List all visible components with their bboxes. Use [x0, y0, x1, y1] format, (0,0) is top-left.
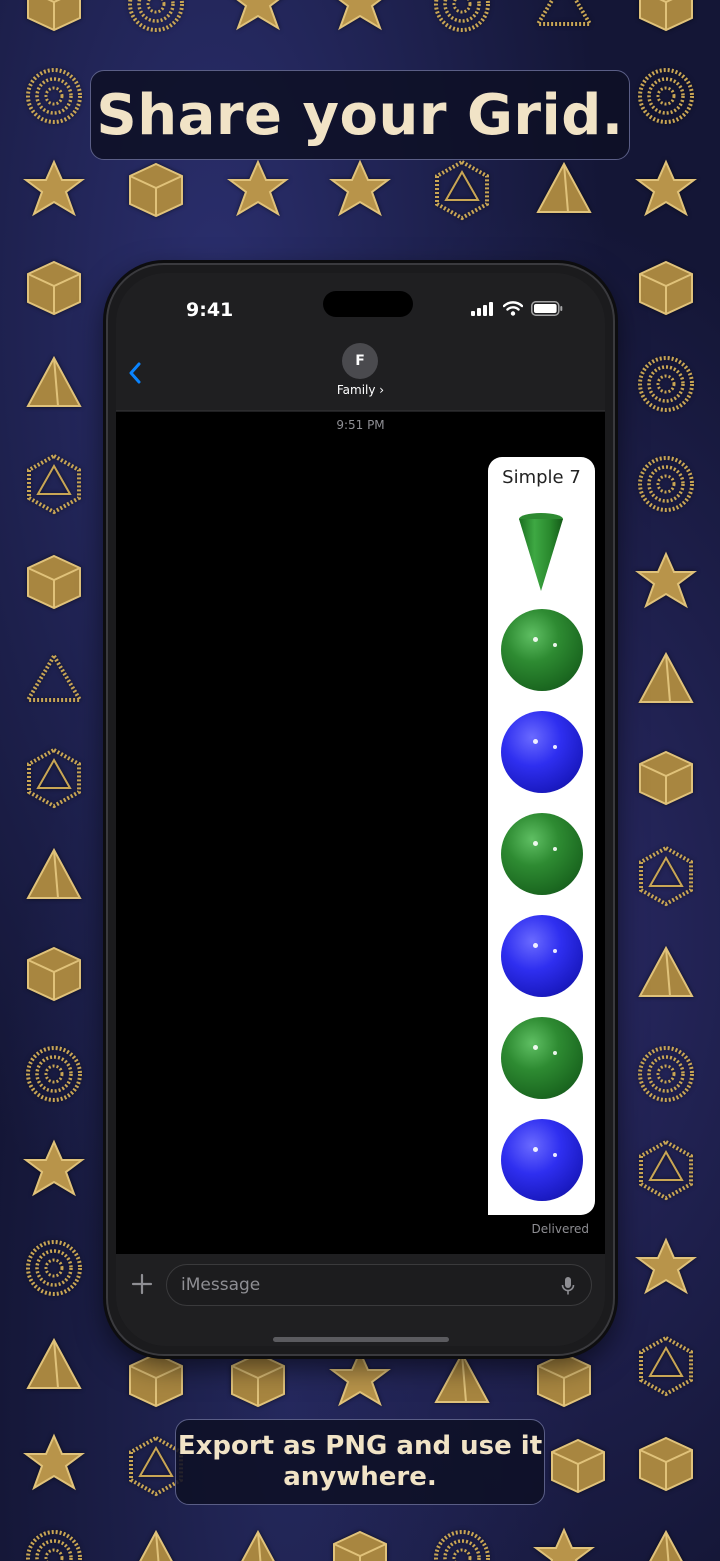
- pyramid-icon: [22, 352, 86, 416]
- cube-icon: [124, 158, 188, 222]
- pyramid-icon: [22, 844, 86, 908]
- cellular-signal-icon: [471, 301, 493, 316]
- star-tetrahedron-icon: [634, 158, 698, 222]
- spiral-icon: [124, 0, 188, 36]
- dodecahedron-icon: [634, 1334, 698, 1398]
- star-tetrahedron-icon: [328, 158, 392, 222]
- pyramid-icon: [226, 1526, 290, 1561]
- cube-icon: [226, 1348, 290, 1412]
- message-thread: 9:51 PM Simple 7 Delivered: [116, 412, 605, 1254]
- cube-icon: [532, 1348, 596, 1412]
- blue-sphere: [501, 915, 583, 997]
- dodecahedron-icon: [634, 844, 698, 908]
- headline-text: Share your Grid.: [96, 82, 624, 148]
- back-chevron-icon[interactable]: [126, 361, 146, 385]
- blue-sphere: [501, 1119, 583, 1201]
- pyramid-icon: [532, 158, 596, 222]
- star-tetrahedron-icon: [634, 550, 698, 614]
- export-caption-text: Export as PNG and use it anywhere.: [177, 1431, 543, 1492]
- contact-name[interactable]: Family ›: [116, 383, 605, 397]
- cube-icon: [328, 1526, 392, 1561]
- spiral-icon: [22, 64, 86, 128]
- triangle-icon: [22, 648, 86, 712]
- dodecahedron-icon: [430, 158, 494, 222]
- dodecahedron-icon: [22, 746, 86, 810]
- pyramid-icon: [124, 1526, 188, 1561]
- status-time: 9:41: [186, 299, 234, 321]
- message-composer: [116, 1254, 605, 1346]
- star-tetrahedron-icon: [22, 158, 86, 222]
- green-sphere: [501, 813, 583, 895]
- home-indicator: [273, 1337, 449, 1342]
- spiral-icon: [634, 352, 698, 416]
- cube-icon: [634, 256, 698, 320]
- star-tetrahedron-icon: [226, 0, 290, 36]
- imessage-field[interactable]: [166, 1264, 592, 1306]
- cube-icon: [22, 0, 86, 36]
- green-sphere: [501, 609, 583, 691]
- spiral-icon: [634, 64, 698, 128]
- dodecahedron-icon: [22, 452, 86, 516]
- star-tetrahedron-icon: [328, 1348, 392, 1412]
- dynamic-island: [323, 291, 413, 317]
- cube-icon: [634, 746, 698, 810]
- spiral-icon: [22, 1236, 86, 1300]
- phone-screen: 9:41 F Family › 9:51 PM Simple 7 Deliver…: [116, 273, 605, 1346]
- wifi-icon: [503, 301, 523, 316]
- star-tetrahedron-icon: [226, 158, 290, 222]
- star-tetrahedron-icon: [532, 1526, 596, 1561]
- star-tetrahedron-icon: [634, 1236, 698, 1300]
- headline-caption: Share your Grid.: [90, 70, 630, 160]
- star-tetrahedron-icon: [22, 1432, 86, 1496]
- pyramid-icon: [22, 1334, 86, 1398]
- message-timestamp: 9:51 PM: [336, 418, 385, 432]
- contact-avatar[interactable]: F: [342, 343, 378, 379]
- spiral-icon: [22, 1526, 86, 1561]
- pyramid-icon: [634, 1526, 698, 1561]
- grid-title: Simple 7: [502, 467, 581, 488]
- delivered-status: Delivered: [531, 1222, 589, 1236]
- star-tetrahedron-icon: [22, 1138, 86, 1202]
- conversation-header: F Family ›: [116, 333, 605, 411]
- pyramid-icon: [430, 1348, 494, 1412]
- grid-image-message[interactable]: Simple 7: [488, 457, 595, 1215]
- spiral-icon: [634, 452, 698, 516]
- pyramid-icon: [532, 0, 596, 36]
- imessage-input[interactable]: [181, 1273, 541, 1297]
- microphone-icon[interactable]: [561, 1276, 575, 1296]
- cube-icon: [22, 550, 86, 614]
- star-tetrahedron-icon: [328, 0, 392, 36]
- spiral-icon: [634, 1042, 698, 1106]
- dodecahedron-icon: [634, 1138, 698, 1202]
- spiral-icon: [430, 1526, 494, 1561]
- spiral-icon: [430, 0, 494, 36]
- green-cone: [519, 513, 563, 591]
- cube-icon: [634, 1432, 698, 1496]
- pyramid-icon: [634, 942, 698, 1006]
- cube-icon: [22, 942, 86, 1006]
- cube-icon: [124, 1348, 188, 1412]
- spiral-icon: [22, 1042, 86, 1106]
- pyramid-icon: [634, 648, 698, 712]
- battery-icon: [531, 301, 563, 316]
- cube-icon: [546, 1434, 610, 1498]
- blue-sphere: [501, 711, 583, 793]
- plus-icon[interactable]: [130, 1272, 154, 1296]
- status-icons: [471, 301, 563, 316]
- cube-icon: [634, 0, 698, 36]
- phone-frame: 9:41 F Family › 9:51 PM Simple 7 Deliver…: [106, 263, 615, 1356]
- green-sphere: [501, 1017, 583, 1099]
- export-caption: Export as PNG and use it anywhere.: [175, 1419, 545, 1505]
- cube-icon: [22, 256, 86, 320]
